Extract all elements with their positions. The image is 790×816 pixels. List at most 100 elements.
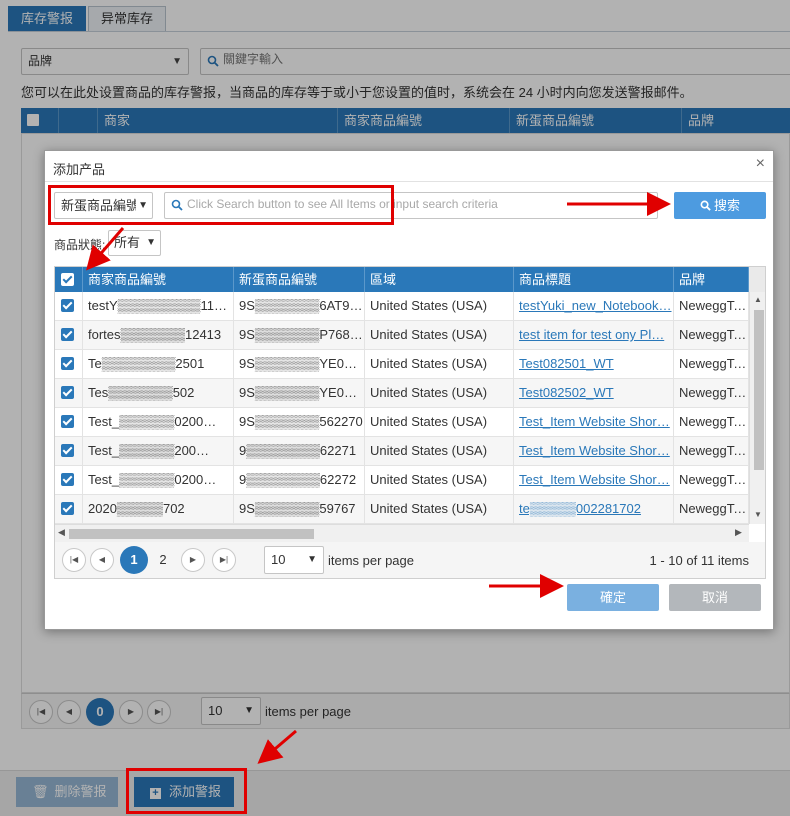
pager-summary: 1 - 10 of 11 items xyxy=(649,553,749,568)
cell-region: United States (USA) xyxy=(365,495,514,523)
checkbox-checked-icon[interactable] xyxy=(61,299,74,312)
row-checkbox[interactable] xyxy=(55,408,83,436)
cell-title-link[interactable]: Test_Item Website Shor… xyxy=(514,408,674,436)
horizontal-scrollbar[interactable]: ◀ ▶ xyxy=(55,524,749,542)
cell-newegg-item: 9S▒▒▒▒▒▒▒562270 xyxy=(234,408,365,436)
search-field-value: 新蛋商品編號 xyxy=(61,198,140,213)
next-page-button[interactable]: ▶ xyxy=(181,548,205,572)
status-label: 商品狀態: xyxy=(54,238,106,252)
row-checkbox[interactable] xyxy=(55,379,83,407)
scroll-down-icon[interactable]: ▼ xyxy=(754,510,762,519)
product-grid-pager: |◀ ◀ 1 2 ▶ ▶| 10 ▼ items per page 1 - 10 … xyxy=(54,542,766,579)
table-row[interactable]: Test_▒▒▒▒▒▒200… 9▒▒▒▒▒▒▒▒62271 United Stat… xyxy=(55,437,749,466)
cell-brand: NeweggTest xyxy=(674,495,749,523)
cell-seller-item: Test_▒▒▒▒▒▒0200… xyxy=(83,408,234,436)
chevron-down-icon: ▼ xyxy=(146,237,156,248)
cell-brand: NeweggTest xyxy=(674,466,749,494)
cell-title-link[interactable]: te▒▒▒▒▒002281702 xyxy=(514,495,674,523)
cell-brand: NeweggTest xyxy=(674,321,749,349)
table-row[interactable]: Test_▒▒▒▒▒▒0200… 9S▒▒▒▒▒▒▒562270 United St… xyxy=(55,408,749,437)
checkbox-checked-icon[interactable] xyxy=(61,502,74,515)
cell-seller-item: Test_▒▒▒▒▒▒200… xyxy=(83,437,234,465)
select-all-checkbox[interactable] xyxy=(55,267,83,292)
cell-title-link[interactable]: Test_Item Website Shor… xyxy=(514,437,674,465)
cell-region: United States (USA) xyxy=(365,437,514,465)
search-button-label: 搜索 xyxy=(713,198,740,213)
per-page-select[interactable]: 10 ▼ xyxy=(264,546,324,574)
cell-region: United States (USA) xyxy=(365,350,514,378)
cell-brand: NeweggTest xyxy=(674,350,749,378)
row-checkbox[interactable] xyxy=(55,495,83,523)
checkbox-checked-icon[interactable] xyxy=(61,357,74,370)
row-checkbox[interactable] xyxy=(55,350,83,378)
table-row[interactable]: testY▒▒▒▒▒▒▒▒▒1102… 9S▒▒▒▒▒▒▒6AT9779 Unite… xyxy=(55,292,749,321)
col-header-newegg-item[interactable]: 新蛋商品編號 xyxy=(234,267,365,292)
cell-title-link[interactable]: Test082501_WT xyxy=(514,350,674,378)
scroll-up-icon[interactable]: ▲ xyxy=(754,295,762,304)
checkbox-checked-icon[interactable] xyxy=(61,386,74,399)
dialog-title: 添加产品 xyxy=(53,162,106,177)
cell-newegg-item: 9▒▒▒▒▒▒▒▒62271 xyxy=(234,437,365,465)
table-row[interactable]: Te▒▒▒▒▒▒▒▒2501 9S▒▒▒▒▒▒▒YE0592 United Stat… xyxy=(55,350,749,379)
cell-region: United States (USA) xyxy=(365,466,514,494)
cell-title-link[interactable]: Test_Item Website Shor… xyxy=(514,466,674,494)
per-page-value: 10 xyxy=(271,552,286,567)
product-grid-header: 商家商品編號 新蛋商品編號 區域 商品標題 品牌 xyxy=(55,267,749,292)
row-checkbox[interactable] xyxy=(55,292,83,320)
cell-newegg-item: 9S▒▒▒▒▒▒▒YE0592 xyxy=(234,350,365,378)
cell-brand: NeweggTest xyxy=(674,379,749,407)
checkbox-checked-icon[interactable] xyxy=(61,473,74,486)
checkbox-checked-icon[interactable] xyxy=(61,444,74,457)
cell-title-link[interactable]: Test082502_WT xyxy=(514,379,674,407)
cell-newegg-item: 9S▒▒▒▒▒▒▒P768994 xyxy=(234,321,365,349)
row-checkbox[interactable] xyxy=(55,321,83,349)
col-header-seller-item[interactable]: 商家商品編號 xyxy=(83,267,234,292)
page-2[interactable]: 2 xyxy=(149,546,177,574)
cell-title-link[interactable]: test item for test ony Pl… xyxy=(514,321,674,349)
search-icon xyxy=(171,199,183,211)
close-icon[interactable]: × xyxy=(756,155,765,173)
item-search-field[interactable] xyxy=(164,192,658,219)
col-header-region[interactable]: 區域 xyxy=(365,267,514,292)
cell-brand: NeweggTest xyxy=(674,408,749,436)
scroll-right-icon[interactable]: ▶ xyxy=(735,527,742,538)
cell-brand: NeweggTest xyxy=(674,292,749,320)
page-1[interactable]: 1 xyxy=(120,546,148,574)
cell-region: United States (USA) xyxy=(365,408,514,436)
row-checkbox[interactable] xyxy=(55,466,83,494)
vertical-scrollbar[interactable]: ▲ ▼ xyxy=(749,292,765,524)
cell-newegg-item: 9▒▒▒▒▒▒▒▒62272 xyxy=(234,466,365,494)
cell-region: United States (USA) xyxy=(365,321,514,349)
item-search-input[interactable] xyxy=(187,197,647,211)
cell-seller-item: fortes▒▒▒▒▒▒▒12413 xyxy=(83,321,234,349)
cell-newegg-item: 9S▒▒▒▒▒▒▒YE0593 xyxy=(234,379,365,407)
col-header-title[interactable]: 商品標題 xyxy=(514,267,674,292)
last-page-button[interactable]: ▶| xyxy=(212,548,236,572)
cell-title-link[interactable]: testYuki_new_Notebook… xyxy=(514,292,674,320)
first-page-button[interactable]: |◀ xyxy=(62,548,86,572)
table-row[interactable]: 2020▒▒▒▒▒702 9S▒▒▒▒▒▒▒59767 United States … xyxy=(55,495,749,524)
checkbox-checked-icon[interactable] xyxy=(61,415,74,428)
per-page-label: items per page xyxy=(328,553,414,568)
cell-region: United States (USA) xyxy=(365,292,514,320)
cancel-button[interactable]: 取消 xyxy=(669,584,761,611)
search-button[interactable]: 搜索 xyxy=(674,192,766,219)
confirm-button[interactable]: 確定 xyxy=(567,584,659,611)
table-row[interactable]: Test_▒▒▒▒▒▒0200… 9▒▒▒▒▒▒▒▒62272 United Sta… xyxy=(55,466,749,495)
table-row[interactable]: fortes▒▒▒▒▒▒▒12413 9S▒▒▒▒▒▒▒P768994 United… xyxy=(55,321,749,350)
status-select[interactable]: 所有 ▼ xyxy=(108,230,161,256)
prev-page-button[interactable]: ◀ xyxy=(90,548,114,572)
search-icon xyxy=(700,200,711,211)
table-row[interactable]: Tes▒▒▒▒▒▒▒502 9S▒▒▒▒▒▒▒YE0593 United State… xyxy=(55,379,749,408)
search-field-select[interactable]: 新蛋商品編號 ▼ xyxy=(54,192,153,219)
row-checkbox[interactable] xyxy=(55,437,83,465)
cell-seller-item: Tes▒▒▒▒▒▒▒502 xyxy=(83,379,234,407)
scroll-thumb[interactable] xyxy=(69,529,314,539)
dialog-divider xyxy=(45,181,773,182)
add-product-dialog: 添加产品 × 新蛋商品編號 ▼ 搜索 商品狀態: 所有 ▼ 商家商品編號 新蛋商… xyxy=(44,150,774,630)
cell-seller-item: Te▒▒▒▒▒▒▒▒2501 xyxy=(83,350,234,378)
scroll-thumb[interactable] xyxy=(754,310,764,470)
checkbox-checked-icon[interactable] xyxy=(61,328,74,341)
col-header-brand[interactable]: 品牌 xyxy=(674,267,749,292)
scroll-left-icon[interactable]: ◀ xyxy=(58,527,65,538)
